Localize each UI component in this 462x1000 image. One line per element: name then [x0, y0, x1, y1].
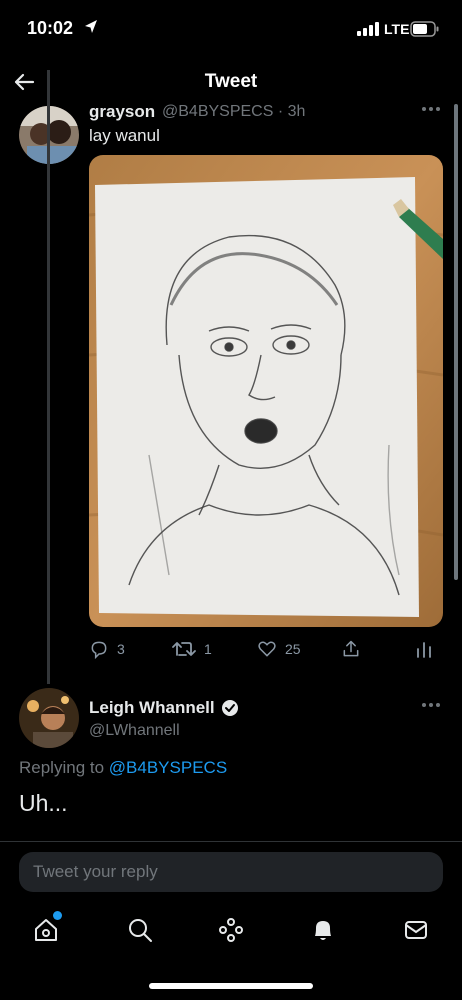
analytics-icon [417, 642, 431, 658]
author-name-text: Leigh Whannell [89, 698, 215, 717]
like-count: 25 [285, 641, 301, 657]
like-button[interactable]: 25 [257, 637, 301, 661]
share-icon [343, 640, 359, 657]
thread-line [47, 70, 50, 684]
location-arrow-icon [85, 20, 97, 33]
more-options-icon[interactable] [420, 700, 442, 710]
retweet-icon [172, 642, 196, 656]
tab-messages[interactable] [396, 910, 436, 950]
author-name[interactable]: Leigh Whannell [89, 698, 239, 718]
replying-to: Replying to @B4BYSPECS [19, 758, 227, 778]
bottom-tab-bar [0, 910, 462, 950]
home-indicator[interactable] [149, 983, 313, 989]
tweet-text: lay wanul [89, 126, 160, 145]
reply-tweet[interactable]: Leigh Whannell @LWhannell Replying to @B… [0, 684, 462, 824]
tweet-actions: 3 1 25 [0, 637, 462, 661]
reply-composer-input[interactable]: Tweet your reply [19, 852, 443, 892]
verified-badge-icon [221, 700, 238, 716]
messages-icon [405, 921, 427, 939]
status-bar: 10:02 LTE [0, 0, 462, 60]
battery-icon [410, 21, 439, 37]
original-tweet[interactable]: grayson @B4BYSPECS · 3h lay wanul [0, 98, 462, 678]
tab-notifications[interactable] [303, 910, 343, 950]
page-title: Tweet [204, 71, 258, 92]
replying-prefix: Replying to [19, 758, 105, 777]
tab-spaces[interactable] [211, 910, 251, 950]
tweet-photo[interactable] [89, 155, 443, 627]
heart-icon [258, 641, 276, 657]
reply-count: 3 [117, 641, 125, 657]
share-button[interactable] [341, 637, 361, 661]
reply-button[interactable]: 3 [89, 637, 125, 661]
author-handle[interactable]: @B4BYSPECS · 3h [162, 103, 305, 121]
notifications-icon [315, 921, 331, 940]
more-options-icon[interactable] [420, 104, 442, 114]
cellular-signal-icon [357, 22, 379, 36]
author-handle[interactable]: @LWhannell [89, 722, 180, 740]
avatar[interactable] [19, 688, 79, 748]
reply-icon [91, 641, 107, 659]
divider [0, 841, 462, 842]
analytics-button[interactable] [416, 637, 432, 661]
notification-dot [53, 911, 62, 920]
network-label: LTE [384, 21, 410, 37]
replying-to-link[interactable]: @B4BYSPECS [109, 758, 227, 777]
author-name[interactable]: grayson [89, 102, 155, 122]
spaces-icon [219, 918, 243, 942]
retweet-count: 1 [204, 641, 212, 657]
status-time: 10:02 [27, 18, 74, 38]
home-icon [35, 919, 57, 941]
tab-search[interactable] [120, 910, 160, 950]
reply-text: Uh... [19, 790, 68, 816]
search-icon [129, 919, 152, 942]
retweet-button[interactable]: 1 [172, 637, 212, 661]
